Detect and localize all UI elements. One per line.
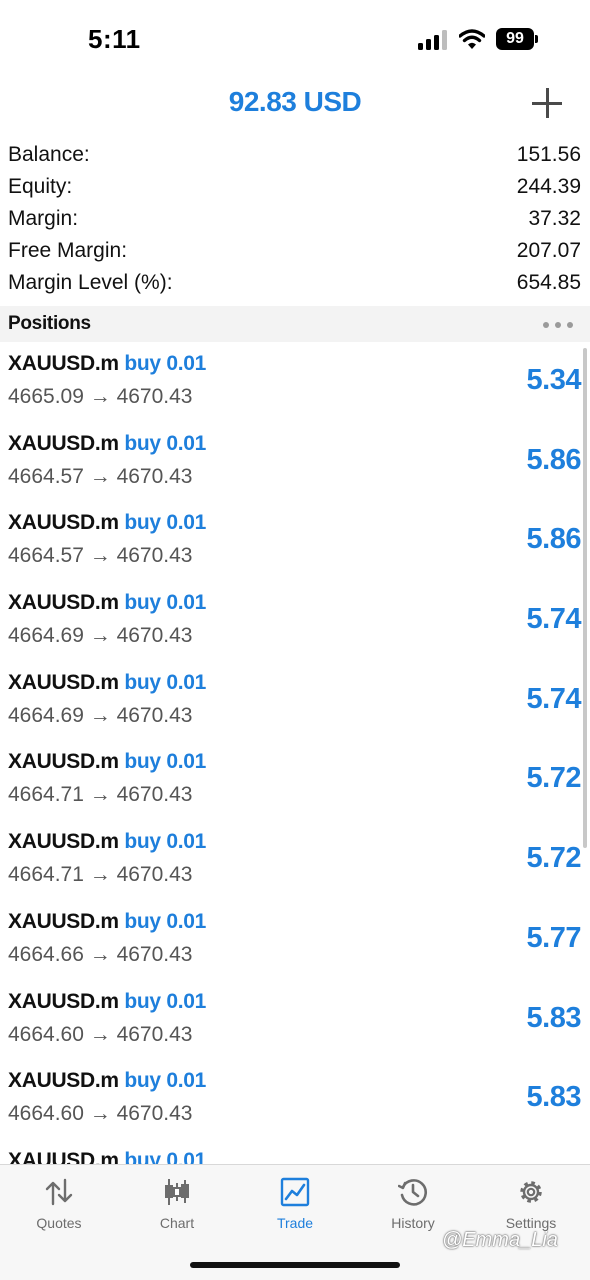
position-profit: 5.74	[526, 682, 582, 715]
home-indicator[interactable]	[190, 1262, 400, 1268]
summary-label: Balance:	[8, 143, 90, 166]
position-row[interactable]: XAUUSD.m buy 0.01	[0, 1139, 590, 1164]
position-row[interactable]: XAUUSD.m buy 0.01 4664.57 → 4670.43 5.86	[0, 422, 590, 502]
position-symbol: XAUUSD.m	[8, 989, 119, 1013]
tab-quotes[interactable]: Quotes	[0, 1165, 118, 1237]
history-clock-icon	[397, 1177, 428, 1207]
position-row[interactable]: XAUUSD.m buy 0.01 4664.60 → 4670.43 5.83	[0, 980, 590, 1060]
position-prices: 4664.71 → 4670.43	[8, 863, 193, 887]
position-row[interactable]: XAUUSD.m buy 0.01 4665.09 → 4670.43 5.34	[0, 342, 590, 422]
position-type: buy 0.01	[124, 989, 206, 1013]
tab-settings[interactable]: Settings	[472, 1165, 590, 1237]
header: 92.83 USD	[0, 80, 590, 132]
position-prices: 4664.71 → 4670.43	[8, 783, 193, 807]
position-profit: 5.83	[526, 1001, 582, 1034]
positions-section-header: Positions	[0, 306, 590, 342]
positions-list[interactable]: XAUUSD.m buy 0.01 4665.09 → 4670.43 5.34…	[0, 342, 590, 1164]
summary-value: 654.85	[516, 271, 581, 294]
position-row[interactable]: XAUUSD.m buy 0.01 4664.71 → 4670.43 5.72	[0, 820, 590, 900]
position-symbol: XAUUSD.m	[8, 352, 119, 375]
watermark: @Emma_Lia	[442, 1229, 558, 1251]
quotes-arrows-icon	[44, 1177, 74, 1207]
summary-label: Margin:	[8, 207, 79, 230]
position-type: buy 0.01	[124, 1069, 206, 1093]
status-time: 5:11	[88, 24, 141, 54]
position-type: buy 0.01	[124, 909, 206, 933]
position-row[interactable]: XAUUSD.m buy 0.01 4664.69 → 4670.43 5.74	[0, 581, 590, 661]
position-row[interactable]: XAUUSD.m buy 0.01 4664.57 → 4670.43 5.86	[0, 501, 590, 581]
position-symbol: XAUUSD.m	[8, 591, 119, 615]
position-symbol: XAUUSD.m	[8, 830, 119, 854]
position-prices: 4664.60 → 4670.43	[8, 1022, 193, 1046]
position-prices: 4664.69 → 4670.43	[8, 624, 193, 648]
battery-icon: 99	[496, 28, 538, 50]
account-summary: Balance: 151.56 Equity: 244.39 Margin: 3…	[0, 140, 590, 300]
position-type: buy 0.01	[124, 1148, 206, 1164]
position-prices: 4664.57 → 4670.43	[8, 464, 193, 488]
summary-row-equity: Equity: 244.39	[0, 172, 590, 204]
summary-row-margin: Margin: 37.32	[0, 204, 590, 236]
position-profit: 5.72	[526, 842, 582, 875]
summary-label: Margin Level (%):	[8, 271, 173, 294]
summary-row-balance: Balance: 151.56	[0, 140, 590, 172]
position-prices: 4664.69 → 4670.43	[8, 703, 193, 727]
position-type: buy 0.01	[124, 670, 206, 694]
tab-label: Trade	[276, 1215, 314, 1231]
ellipsis-icon[interactable]	[543, 322, 573, 328]
positions-title: Positions	[8, 313, 91, 334]
summary-label: Equity:	[8, 175, 73, 198]
position-type: buy 0.01	[124, 591, 206, 615]
status-bar: 5:11 99	[0, 0, 590, 80]
cellular-signal-icon	[418, 30, 448, 50]
position-row[interactable]: XAUUSD.m buy 0.01 4664.69 → 4670.43 5.74	[0, 661, 590, 741]
summary-value: 37.32	[528, 207, 581, 230]
position-type: buy 0.01	[124, 511, 206, 535]
position-type: buy 0.01	[124, 830, 206, 854]
position-profit: 5.83	[526, 1081, 582, 1114]
tab-label: Chart	[159, 1215, 195, 1231]
summary-value: 244.39	[516, 175, 581, 198]
position-profit: 5.34	[526, 364, 582, 396]
position-symbol: XAUUSD.m	[8, 511, 119, 535]
position-type: buy 0.01	[124, 750, 206, 774]
summary-value: 151.56	[516, 143, 581, 166]
gear-icon	[516, 1177, 546, 1207]
position-prices: 4664.60 → 4670.43	[8, 1102, 193, 1126]
wifi-icon	[458, 28, 486, 50]
position-row[interactable]: XAUUSD.m buy 0.01 4664.66 → 4670.43 5.77	[0, 900, 590, 980]
tab-trade[interactable]: Trade	[236, 1165, 354, 1237]
plus-icon[interactable]	[532, 88, 562, 118]
trade-chart-icon	[280, 1177, 310, 1207]
position-profit: 5.74	[526, 603, 582, 636]
position-symbol: XAUUSD.m	[8, 1148, 119, 1164]
position-row[interactable]: XAUUSD.m buy 0.01 4664.71 → 4670.43 5.72	[0, 740, 590, 820]
summary-value: 207.07	[516, 239, 581, 262]
position-profit: 5.77	[526, 921, 582, 954]
tab-label: Quotes	[36, 1215, 82, 1231]
position-prices: 4665.09 → 4670.43	[8, 385, 193, 408]
position-symbol: XAUUSD.m	[8, 750, 119, 774]
position-type: buy 0.01	[124, 352, 206, 375]
summary-row-margin-level: Margin Level (%): 654.85	[0, 268, 590, 300]
battery-level: 99	[506, 30, 524, 47]
position-prices: 4664.57 → 4670.43	[8, 544, 193, 568]
position-symbol: XAUUSD.m	[8, 1069, 119, 1093]
position-symbol: XAUUSD.m	[8, 670, 119, 694]
position-symbol: XAUUSD.m	[8, 909, 119, 933]
position-type: buy 0.01	[124, 431, 206, 455]
summary-row-free-margin: Free Margin: 207.07	[0, 236, 590, 268]
position-row[interactable]: XAUUSD.m buy 0.01 4664.60 → 4670.43 5.83	[0, 1059, 590, 1139]
tab-chart[interactable]: Chart	[118, 1165, 236, 1237]
position-symbol: XAUUSD.m	[8, 431, 119, 455]
scrollbar[interactable]	[583, 348, 587, 848]
position-profit: 5.86	[526, 523, 582, 556]
position-prices: 4664.66 → 4670.43	[8, 942, 193, 966]
position-profit: 5.86	[526, 443, 582, 476]
position-profit: 5.72	[526, 762, 582, 795]
summary-label: Free Margin:	[8, 239, 128, 262]
candlestick-icon	[162, 1177, 192, 1207]
tab-history[interactable]: History	[354, 1165, 472, 1237]
account-balance-title: 92.83 USD	[228, 86, 362, 117]
